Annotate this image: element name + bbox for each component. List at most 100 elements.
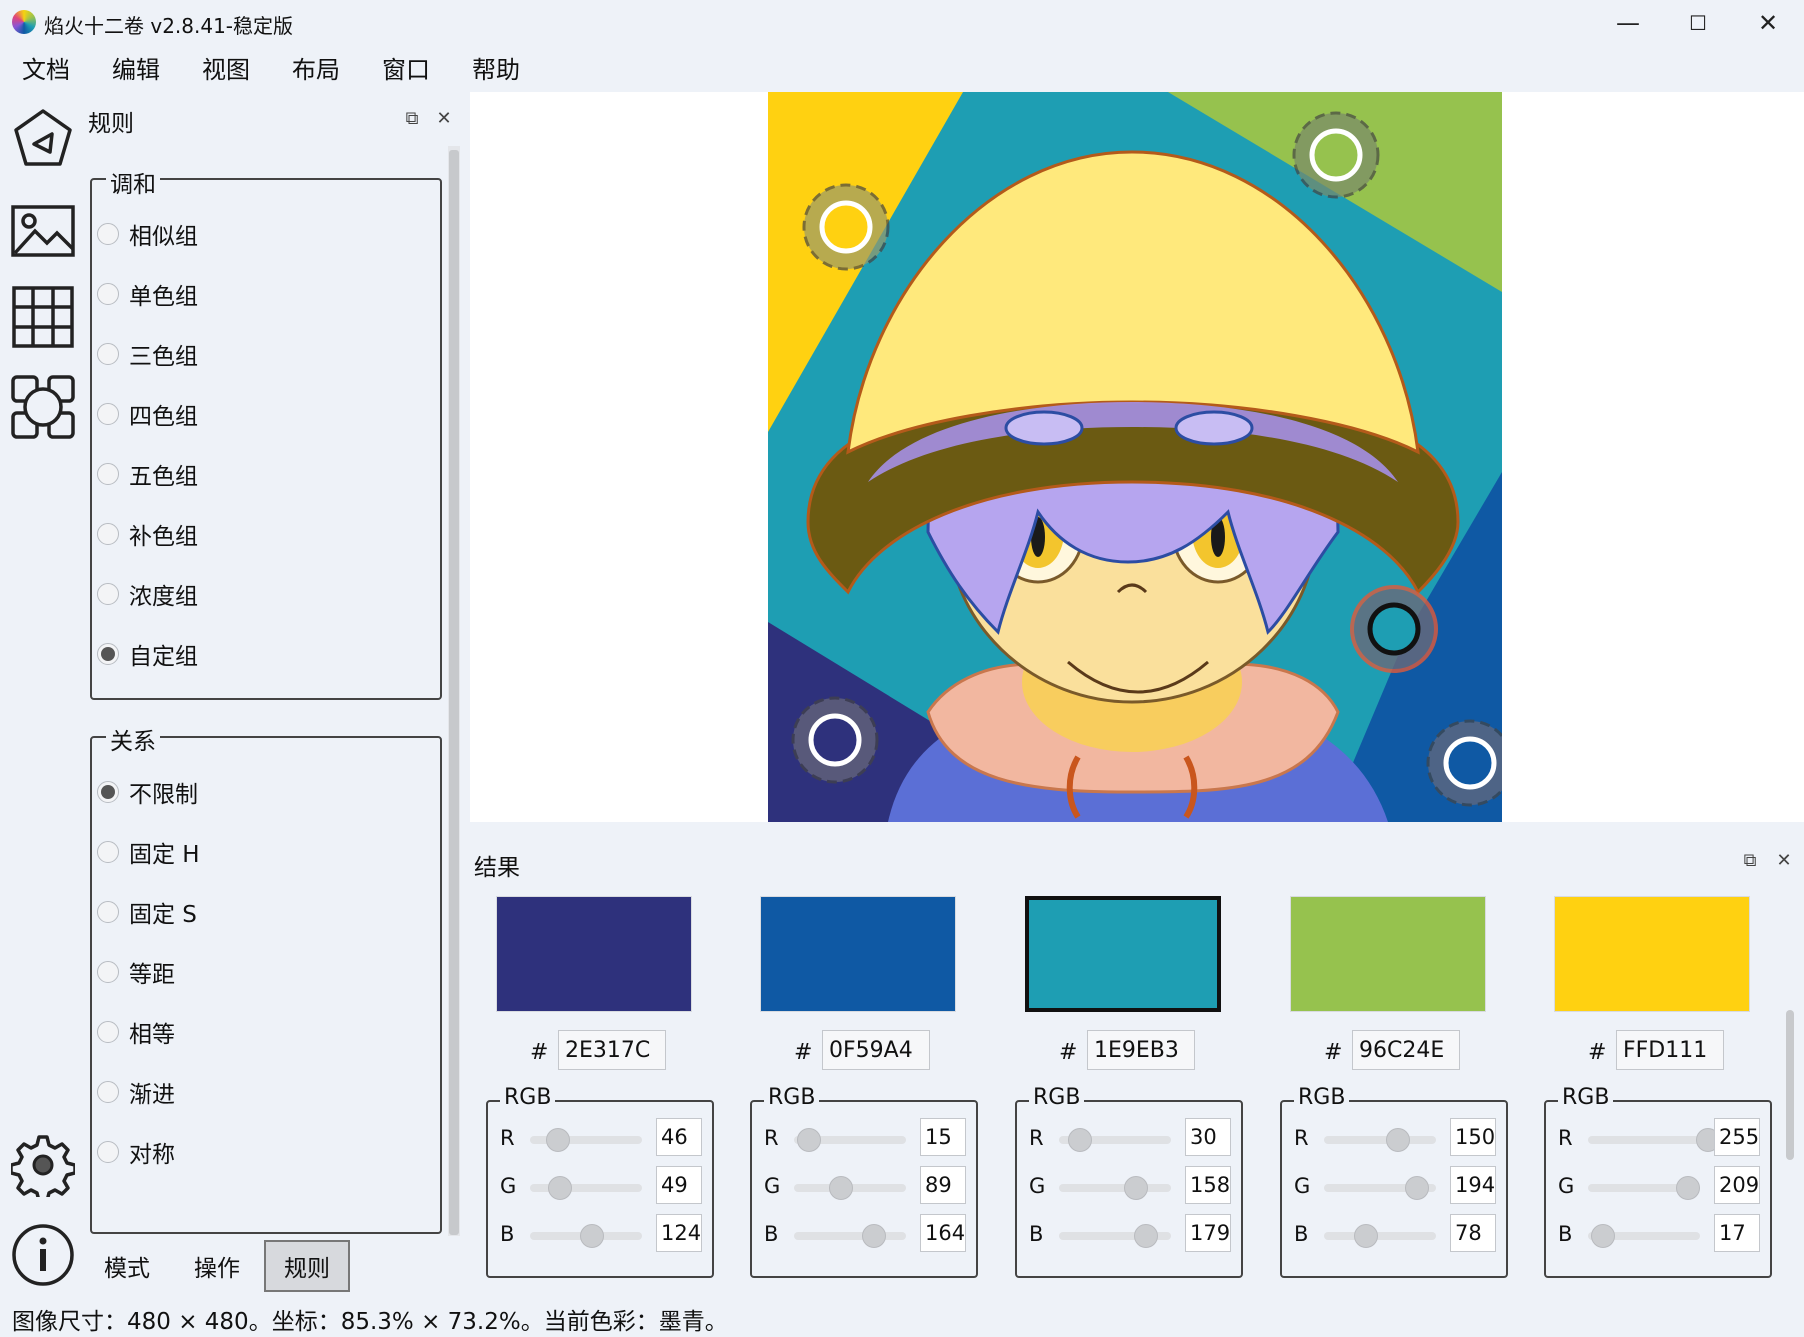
hex-input-1[interactable]: 2E317C	[558, 1030, 666, 1070]
harmony-option-analogous[interactable]: 相似组	[97, 217, 198, 251]
radio-button[interactable]	[97, 283, 119, 305]
harmony-option-monochrome[interactable]: 单色组	[97, 277, 198, 311]
slider-thumb-g[interactable]	[1124, 1176, 1148, 1200]
slider-track-g[interactable]	[1059, 1184, 1171, 1192]
channel-value-b[interactable]: 124	[656, 1214, 702, 1252]
radio-button[interactable]	[97, 961, 119, 983]
slider-track-g[interactable]	[530, 1184, 642, 1192]
image-tool-button[interactable]	[8, 196, 78, 266]
slider-thumb-g[interactable]	[829, 1176, 853, 1200]
channel-value-g[interactable]: 158	[1185, 1166, 1231, 1204]
channel-value-b[interactable]: 164	[920, 1214, 966, 1252]
menu-layout[interactable]: 布局	[278, 44, 354, 91]
relation-option-fixed-s[interactable]: 固定 S	[97, 895, 200, 929]
relation-option-symmetric[interactable]: 对称	[97, 1135, 200, 1169]
slider-track-r[interactable]	[1588, 1136, 1700, 1144]
slider-thumb-r[interactable]	[797, 1128, 821, 1152]
hex-input-5[interactable]: FFD111	[1616, 1030, 1724, 1070]
slider-thumb-g[interactable]	[548, 1176, 572, 1200]
relation-option-equal[interactable]: 相等	[97, 1015, 200, 1049]
channel-value-b[interactable]: 17	[1714, 1214, 1760, 1252]
hex-input-3[interactable]: 1E9EB3	[1087, 1030, 1195, 1070]
slider-track-r[interactable]	[1324, 1136, 1436, 1144]
channel-value-g[interactable]: 89	[920, 1166, 966, 1204]
shapes-tool-button[interactable]	[8, 372, 78, 442]
radio-button[interactable]	[97, 643, 119, 665]
slider-thumb-b[interactable]	[1354, 1224, 1378, 1248]
harmony-option-custom[interactable]: 自定组	[97, 637, 198, 671]
minimize-button[interactable]: —	[1602, 6, 1654, 40]
channel-value-b[interactable]: 78	[1450, 1214, 1496, 1252]
slider-thumb-r[interactable]	[1386, 1128, 1410, 1152]
undock-icon[interactable]: ⧉	[400, 106, 424, 130]
channel-value-r[interactable]: 255	[1714, 1118, 1760, 1156]
color-swatch-5[interactable]	[1554, 896, 1750, 1012]
slider-thumb-b[interactable]	[580, 1224, 604, 1248]
results-close-icon[interactable]: ✕	[1772, 848, 1796, 872]
color-swatch-3[interactable]	[1025, 896, 1221, 1012]
radio-button[interactable]	[97, 1021, 119, 1043]
channel-value-g[interactable]: 194	[1450, 1166, 1496, 1204]
menu-edit[interactable]: 编辑	[98, 44, 174, 91]
radio-button[interactable]	[97, 1081, 119, 1103]
radio-button[interactable]	[97, 463, 119, 485]
tab-mode[interactable]: 模式	[88, 1240, 166, 1292]
menu-file[interactable]: 文档	[8, 44, 84, 91]
grid-tool-button[interactable]	[8, 282, 78, 352]
channel-value-g[interactable]: 49	[656, 1166, 702, 1204]
settings-button[interactable]	[8, 1130, 78, 1200]
menu-window[interactable]: 窗口	[368, 44, 444, 91]
menu-help[interactable]: 帮助	[458, 44, 534, 91]
hex-input-2[interactable]: 0F59A4	[822, 1030, 930, 1070]
color-swatch-2[interactable]	[760, 896, 956, 1012]
slider-thumb-b[interactable]	[1134, 1224, 1158, 1248]
harmony-option-pentad[interactable]: 五色组	[97, 457, 198, 491]
harmony-option-triad[interactable]: 三色组	[97, 337, 198, 371]
harmony-option-complementary[interactable]: 补色组	[97, 517, 198, 551]
radio-button[interactable]	[97, 781, 119, 803]
color-swatch-1[interactable]	[496, 896, 692, 1012]
slider-thumb-g[interactable]	[1405, 1176, 1429, 1200]
color-wheel-tool-button[interactable]	[8, 104, 78, 174]
relation-option-progressive[interactable]: 渐进	[97, 1075, 200, 1109]
relation-option-equidistant[interactable]: 等距	[97, 955, 200, 989]
maximize-button[interactable]: ☐	[1672, 6, 1724, 40]
results-undock-icon[interactable]: ⧉	[1738, 848, 1762, 872]
panel-close-icon[interactable]: ✕	[432, 106, 456, 130]
radio-button[interactable]	[97, 901, 119, 923]
tab-operation[interactable]: 操作	[178, 1240, 256, 1292]
slider-thumb-r[interactable]	[546, 1128, 570, 1152]
results-scrollbar[interactable]	[1786, 1010, 1794, 1160]
info-button[interactable]	[8, 1220, 78, 1290]
slider-thumb-b[interactable]	[862, 1224, 886, 1248]
menu-view[interactable]: 视图	[188, 44, 264, 91]
artwork-image[interactable]	[768, 92, 1502, 822]
tab-rules[interactable]: 规则	[264, 1240, 350, 1292]
slider-thumb-g[interactable]	[1676, 1176, 1700, 1200]
hex-input-4[interactable]: 96C24E	[1352, 1030, 1460, 1070]
slider-thumb-r[interactable]	[1068, 1128, 1092, 1152]
radio-button[interactable]	[97, 403, 119, 425]
radio-button[interactable]	[97, 223, 119, 245]
channel-value-r[interactable]: 150	[1450, 1118, 1496, 1156]
radio-button[interactable]	[97, 523, 119, 545]
channel-value-r[interactable]: 46	[656, 1118, 702, 1156]
channel-value-r[interactable]: 30	[1185, 1118, 1231, 1156]
rule-panel-scroll-thumb[interactable]	[449, 150, 459, 1235]
relation-option-fixed-h[interactable]: 固定 H	[97, 835, 200, 869]
channel-value-r[interactable]: 15	[920, 1118, 966, 1156]
slider-track-b[interactable]	[1324, 1232, 1436, 1240]
radio-button[interactable]	[97, 343, 119, 365]
color-swatch-4[interactable]	[1290, 896, 1486, 1012]
slider-thumb-b[interactable]	[1591, 1224, 1615, 1248]
close-button[interactable]: ✕	[1742, 6, 1794, 40]
relation-option-unlimited[interactable]: 不限制	[97, 775, 200, 809]
radio-button[interactable]	[97, 841, 119, 863]
radio-button[interactable]	[97, 583, 119, 605]
channel-value-g[interactable]: 209	[1714, 1166, 1760, 1204]
slider-track-b[interactable]	[794, 1232, 906, 1240]
channel-value-b[interactable]: 179	[1185, 1214, 1231, 1252]
harmony-option-tetrad[interactable]: 四色组	[97, 397, 198, 431]
harmony-option-shades[interactable]: 浓度组	[97, 577, 198, 611]
radio-button[interactable]	[97, 1141, 119, 1163]
